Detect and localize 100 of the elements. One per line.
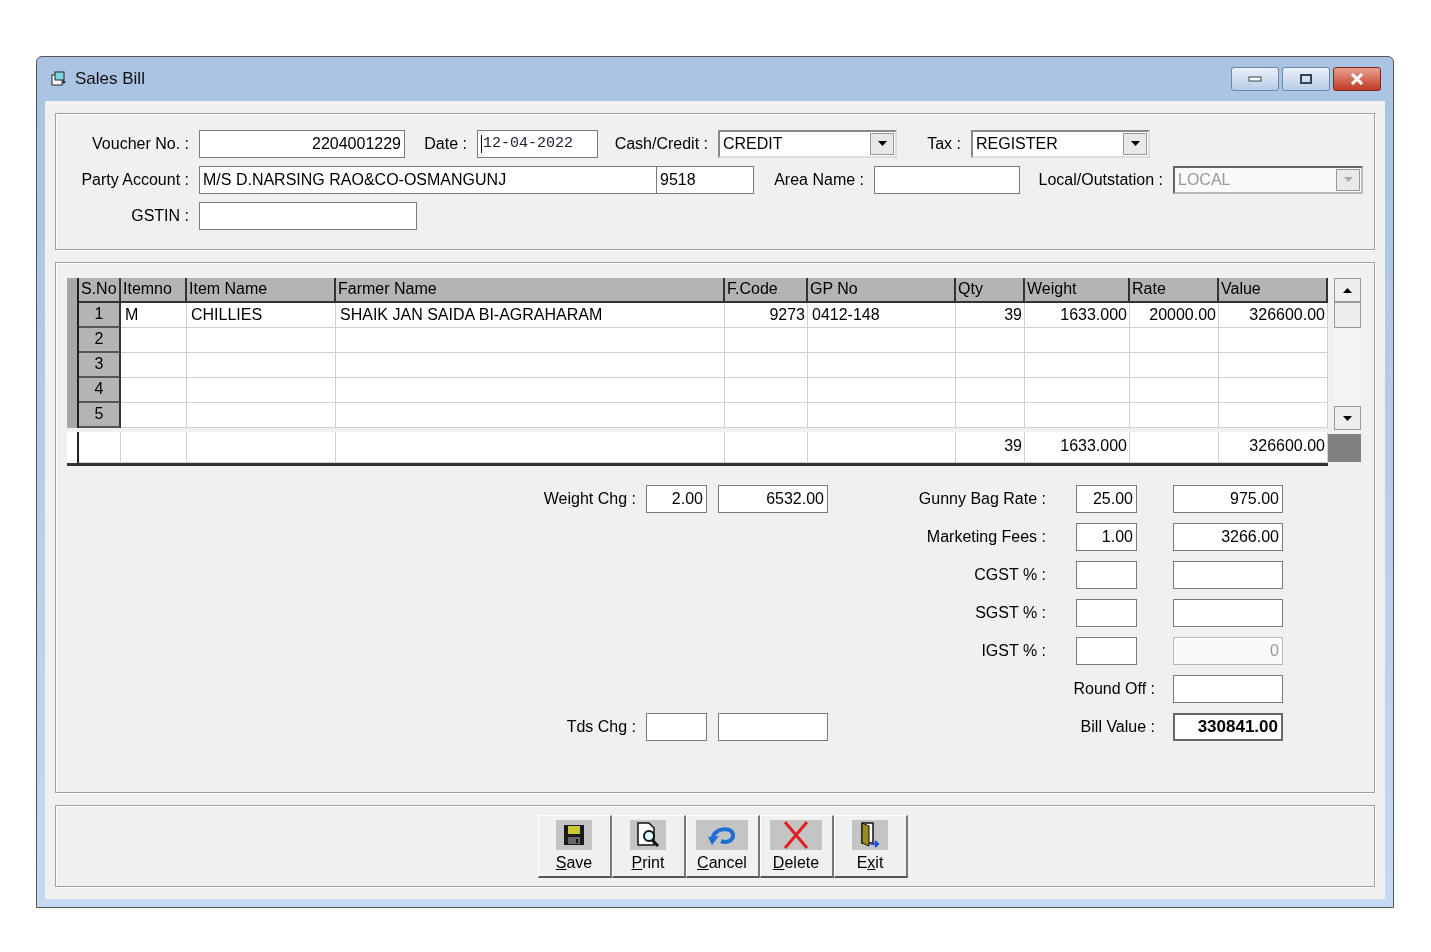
amount-field[interactable]: 6532.00: [718, 485, 828, 513]
amount-field[interactable]: 3266.00: [1173, 523, 1283, 551]
amount-field[interactable]: [1173, 675, 1283, 703]
column-header[interactable]: Item Name: [187, 278, 336, 303]
total-cell: [121, 432, 187, 463]
dropdown-arrow-icon: [1343, 177, 1353, 182]
column-header[interactable]: GP No: [808, 278, 956, 303]
amount-field[interactable]: [1173, 599, 1283, 627]
gstin-field[interactable]: [199, 201, 417, 230]
close-icon: [1350, 73, 1364, 85]
column-header[interactable]: Farmer Name: [336, 278, 725, 303]
cancel-button[interactable]: Cancel: [685, 814, 760, 878]
cash-credit-dropdown[interactable]: CREDIT: [718, 129, 897, 158]
charge-label: IGST % :: [980, 642, 1047, 660]
table-cell: 326600.00: [1219, 303, 1328, 328]
total-field[interactable]: 330841.00: [1173, 713, 1283, 741]
scroll-down-icon: [1343, 415, 1352, 421]
rate-field[interactable]: [1076, 599, 1137, 627]
table-cell: [121, 403, 187, 428]
charge-label: SGST % :: [974, 604, 1047, 622]
maximize-button[interactable]: [1282, 67, 1330, 91]
amount-field[interactable]: 975.00: [1173, 485, 1283, 513]
column-header[interactable]: Weight: [1025, 278, 1130, 303]
charge-label: Gunny Bag Rate :: [917, 490, 1047, 508]
print-button[interactable]: Print: [611, 814, 686, 878]
field-label: Area Name :: [773, 170, 865, 189]
exit-button[interactable]: Exit: [833, 814, 908, 878]
window-app-icon: [51, 71, 67, 87]
table-cell: [121, 378, 187, 403]
rate-field[interactable]: 25.00: [1076, 485, 1137, 513]
dropdown-arrow-icon: [1130, 141, 1140, 146]
party-account-field[interactable]: M/S D.NARSING RAO&CO-OSMANGUNJ: [199, 165, 657, 194]
table-cell: [121, 353, 187, 378]
close-button[interactable]: [1333, 67, 1381, 91]
tax-dropdown[interactable]: REGISTER: [971, 129, 1150, 158]
table-cell: 39: [956, 303, 1025, 328]
table-cell: M: [121, 303, 187, 328]
table-cell: 0412-148: [808, 303, 956, 328]
field-label: Tax :: [926, 134, 962, 153]
rate-field[interactable]: 2.00: [646, 485, 707, 513]
print-preview-icon: [636, 821, 660, 848]
charge-label: CGST % :: [973, 566, 1047, 584]
delete-button[interactable]: Delete: [759, 814, 834, 878]
charge-label: Round Off :: [1072, 680, 1156, 698]
table-cell: [956, 353, 1025, 378]
grid-corner-block: [1328, 434, 1361, 462]
column-header[interactable]: Value: [1219, 278, 1328, 303]
charge-label: Marketing Fees :: [925, 528, 1047, 546]
column-header[interactable]: Qty: [956, 278, 1025, 303]
rate-field[interactable]: [1076, 561, 1137, 589]
row-indicator-strip: [67, 403, 79, 428]
column-header[interactable]: Rate: [1130, 278, 1219, 303]
row-number[interactable]: 1: [79, 303, 121, 328]
field-label: Voucher No. :: [91, 134, 190, 153]
table-cell: [956, 328, 1025, 353]
amount-field[interactable]: [1173, 561, 1283, 589]
rate-field[interactable]: [1076, 637, 1137, 665]
row-number[interactable]: 2: [79, 328, 121, 353]
minimize-icon: [1248, 76, 1262, 82]
charge-label: Tds Chg :: [565, 718, 637, 736]
charge-label: Bill Value :: [1079, 718, 1156, 736]
column-header[interactable]: Itemno: [121, 278, 187, 303]
table-cell: CHILLIES: [187, 303, 336, 328]
total-cell: 1633.000: [1025, 432, 1130, 463]
row-number[interactable]: 3: [79, 353, 121, 378]
table-cell: [956, 403, 1025, 428]
field-label: GSTIN :: [130, 206, 190, 225]
dropdown-arrow-icon: [877, 141, 887, 146]
rate-field[interactable]: [646, 713, 707, 741]
voucher-number-field[interactable]: 2204001229: [199, 129, 405, 158]
area-name-field[interactable]: [874, 165, 1020, 194]
column-header[interactable]: S.No: [79, 278, 121, 303]
save-button[interactable]: Save: [537, 814, 612, 878]
amount-field[interactable]: [718, 713, 828, 741]
delete-x-icon: [782, 819, 810, 850]
party-code-field[interactable]: 9518: [657, 165, 754, 194]
charge-label: Weight Chg :: [542, 490, 637, 508]
scroll-bar[interactable]: [1334, 278, 1361, 430]
row-number[interactable]: 4: [79, 378, 121, 403]
row-number[interactable]: 5: [79, 403, 121, 428]
exit-door-icon: [859, 821, 881, 848]
table-cell: 9273: [725, 303, 808, 328]
field-label: Local/Outstation :: [1037, 170, 1164, 189]
rate-field[interactable]: 1.00: [1076, 523, 1137, 551]
table-cell: [121, 328, 187, 353]
maximize-icon: [1300, 74, 1312, 84]
total-cell: 39: [956, 432, 1025, 463]
table-cell: 20000.00: [1130, 303, 1219, 328]
date-field[interactable]: 12-04-2022: [477, 129, 598, 158]
field-label: Date :: [423, 134, 468, 153]
field-label: Cash/Credit :: [613, 134, 709, 153]
table-cell: [956, 378, 1025, 403]
totals-row-header: [79, 432, 121, 463]
scroll-up-icon: [1343, 287, 1352, 293]
window-title: Sales Bill: [75, 69, 145, 89]
scroll-thumb[interactable]: [1334, 302, 1361, 328]
column-header[interactable]: F.Code: [725, 278, 808, 303]
table-cell: SHAIK JAN SAIDA BI-AGRAHARAM: [336, 303, 725, 328]
table-cell: 1633.000: [1025, 303, 1130, 328]
field-label: Party Account :: [80, 170, 190, 189]
